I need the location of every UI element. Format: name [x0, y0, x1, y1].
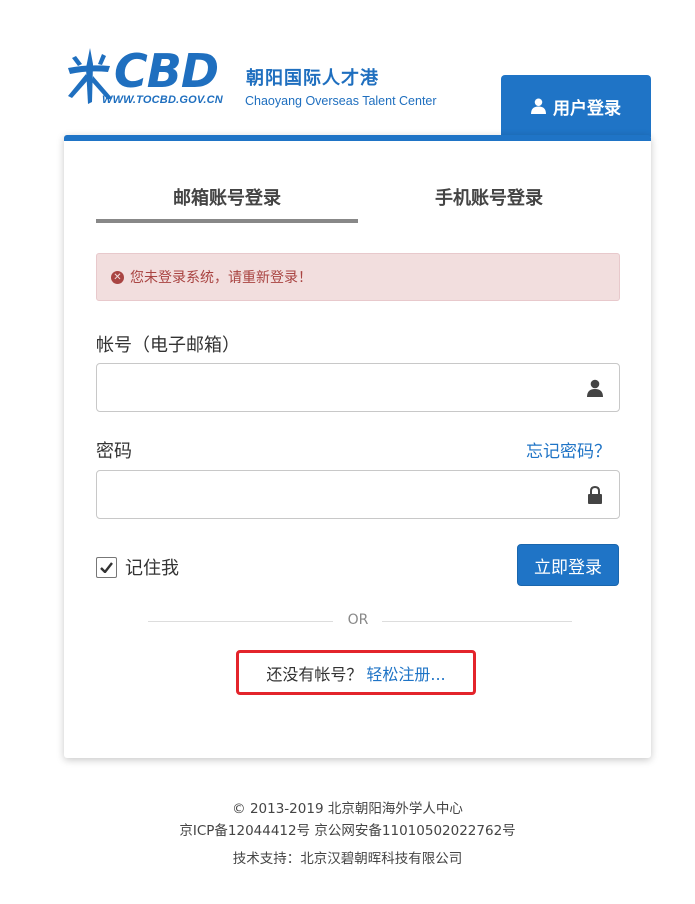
divider-or: OR: [347, 612, 369, 628]
account-input[interactable]: [97, 364, 601, 410]
remember-label: 记住我: [125, 558, 179, 579]
register-highlight: 还没有帐号？ 轻松注册...: [236, 650, 476, 695]
user-login-tab[interactable]: 用户登录: [501, 75, 651, 137]
login-tabs: 邮箱账号登录 手机账号登录: [96, 181, 618, 227]
footer-copyright: © 2013-2019 北京朝阳海外学人中心: [232, 801, 463, 817]
register-link[interactable]: 轻松注册...: [366, 661, 445, 685]
tab-phone-login[interactable]: 手机账号登录: [358, 181, 620, 223]
account-label: 帐号（电子邮箱）: [96, 335, 240, 356]
remember-checkbox[interactable]: [96, 556, 117, 578]
login-button[interactable]: 立即登录: [517, 544, 619, 586]
logo: CBD WWW.TOCBD.GOV.CN 朝阳国际人才港 Chaoyang Ov…: [62, 44, 462, 116]
logo-name-en: Chaoyang Overseas Talent Center: [245, 94, 437, 108]
login-card: 邮箱账号登录 手机账号登录 ✕ 您未登录系统，请重新登录！ 帐号（电子邮箱） 密…: [64, 135, 651, 758]
divider-left: [148, 621, 333, 622]
lock-icon: [588, 486, 602, 504]
user-icon: [587, 379, 603, 397]
tab-email-login[interactable]: 邮箱账号登录: [96, 181, 358, 223]
error-alert: ✕ 您未登录系统，请重新登录！: [96, 253, 620, 301]
register-question: 还没有帐号？: [266, 664, 363, 684]
error-circle-icon: ✕: [111, 270, 124, 284]
user-icon: [531, 98, 546, 114]
forgot-password-link[interactable]: 忘记密码？: [526, 437, 611, 462]
logo-url: WWW.TOCBD.GOV.CN: [102, 94, 223, 106]
logo-name-cn: 朝阳国际人才港: [246, 68, 379, 89]
password-input[interactable]: [97, 471, 601, 517]
password-field[interactable]: [96, 470, 620, 519]
account-field[interactable]: [96, 363, 620, 412]
checkmark-icon: [100, 561, 113, 573]
password-label: 密码: [96, 441, 132, 462]
divider-right: [382, 621, 572, 622]
logo-brand: CBD: [114, 44, 219, 98]
error-alert-text: 您未登录系统，请重新登录！: [130, 270, 312, 286]
footer-icp[interactable]: 京ICP备12044412号: [179, 823, 310, 839]
footer-police[interactable]: 京公网安备11010502022762号: [314, 823, 515, 839]
footer-licenses: 京ICP备12044412号 京公网安备11010502022762号: [0, 819, 695, 839]
remember-me[interactable]: 记住我: [96, 554, 179, 580]
footer-support: 技术支持：北京汉碧朝晖科技有限公司: [232, 851, 463, 867]
user-login-tab-label: 用户登录: [553, 98, 621, 119]
